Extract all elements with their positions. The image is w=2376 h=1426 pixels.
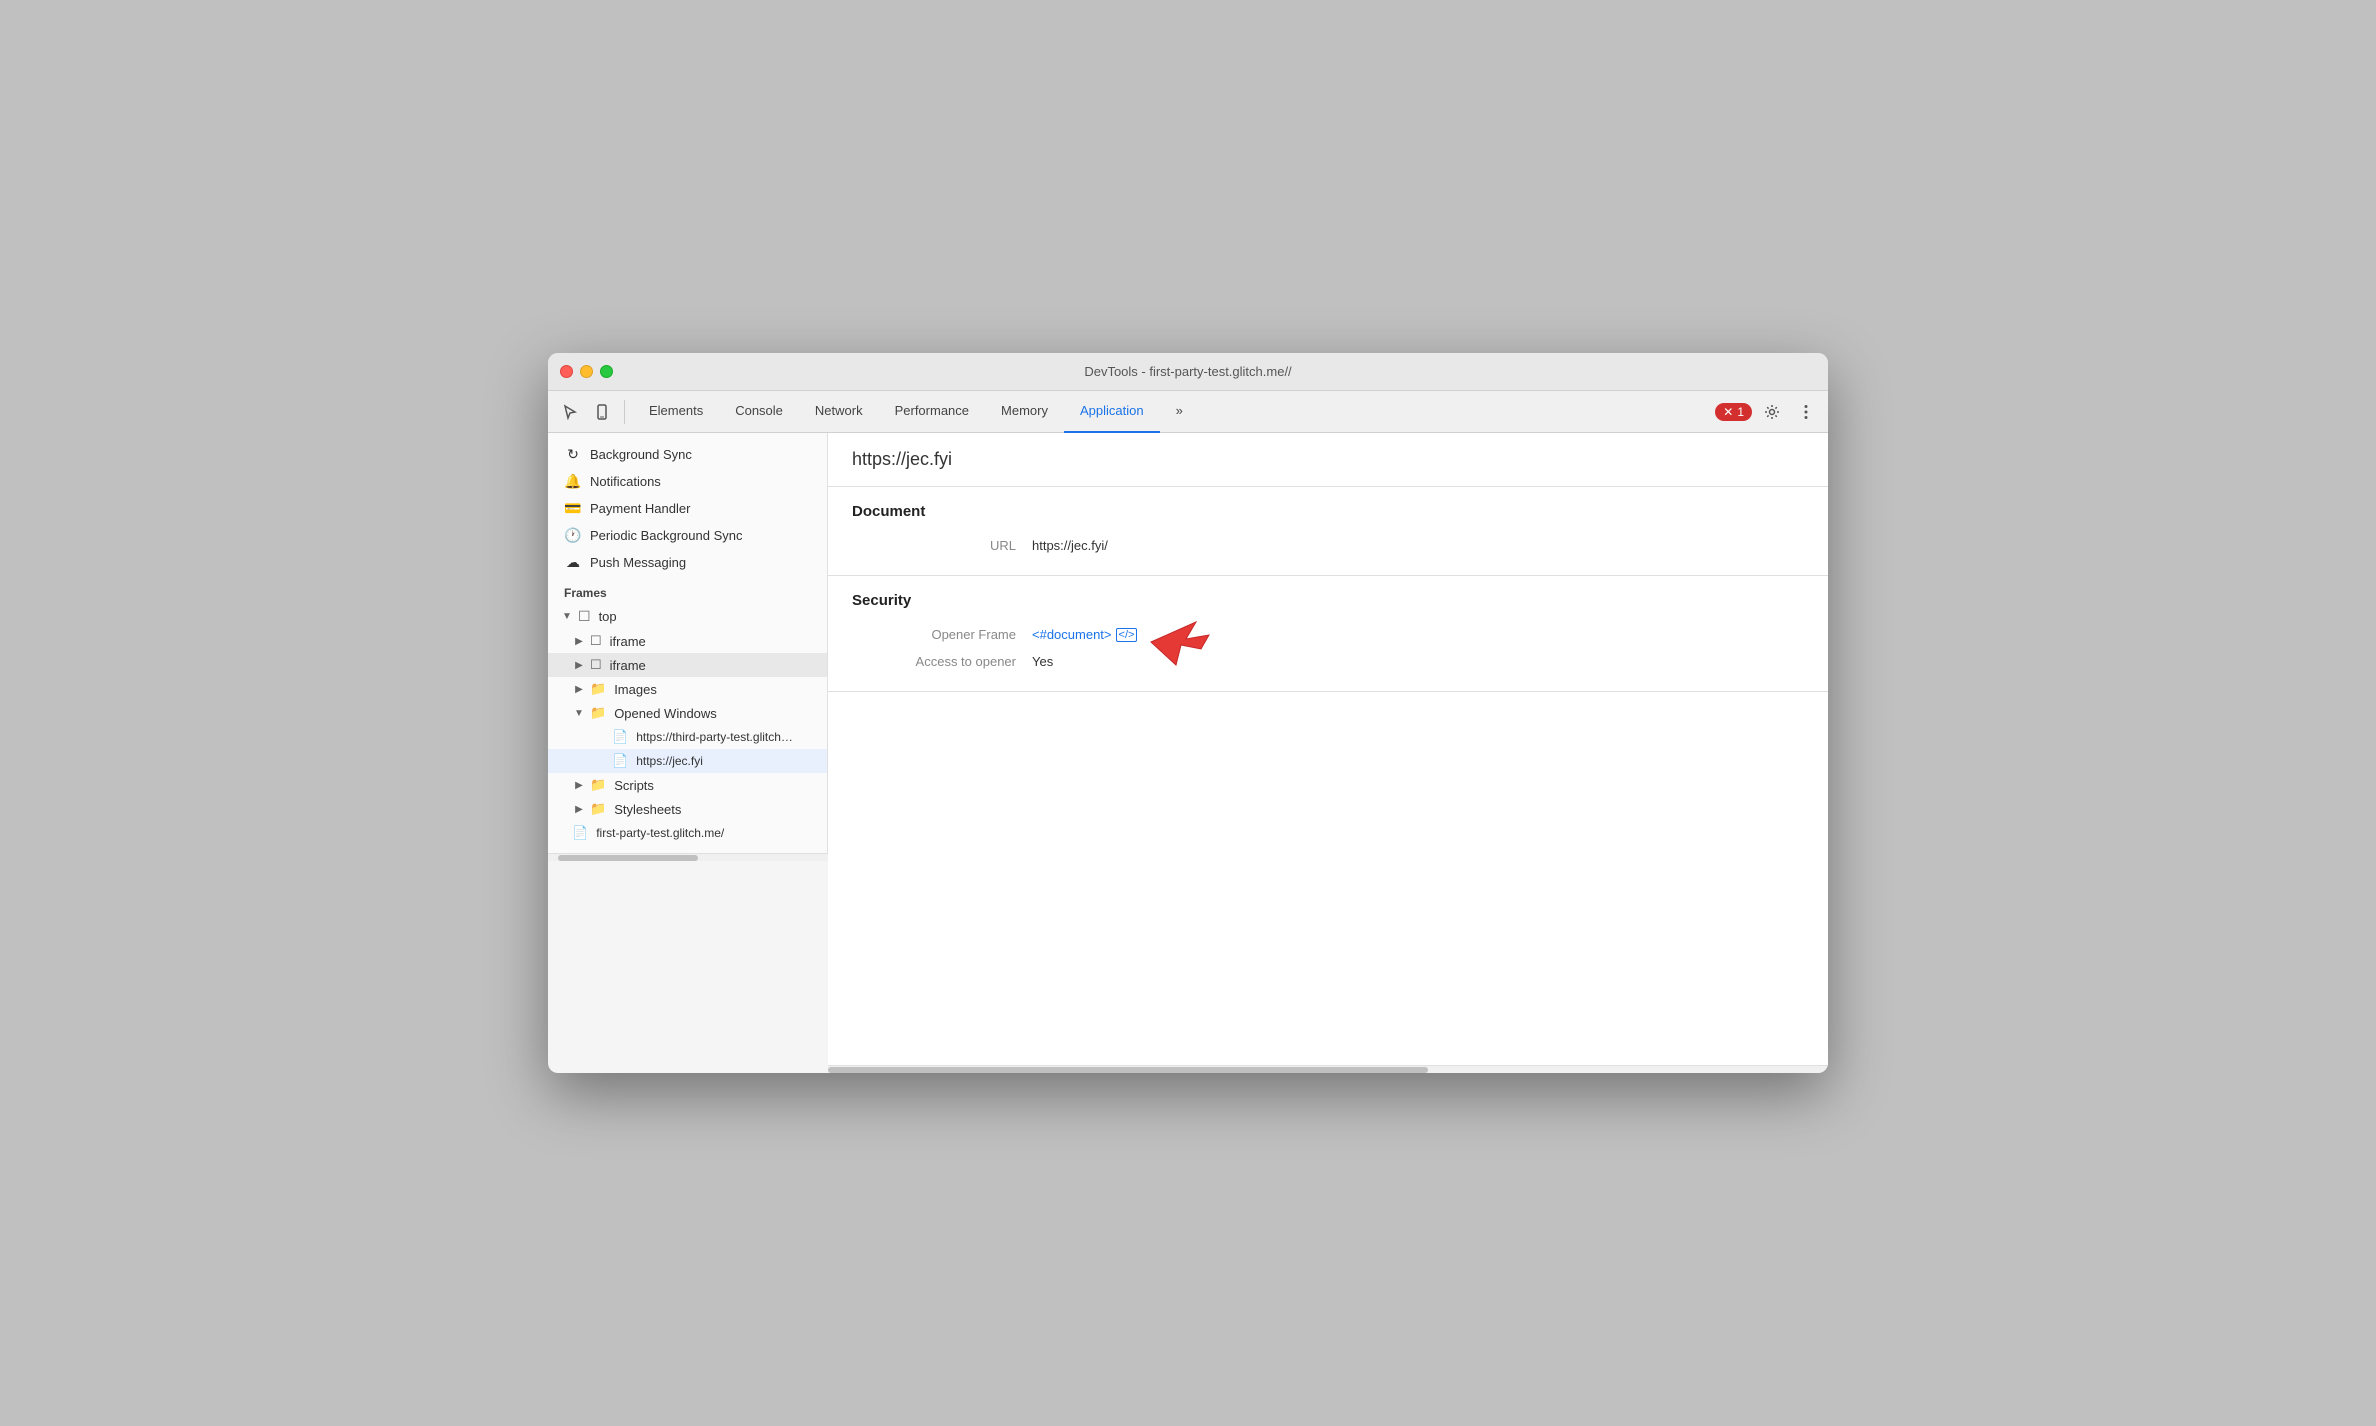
frames-section-label: Frames (548, 576, 827, 604)
sidebar-item-push-messaging[interactable]: ☁ Push Messaging (548, 549, 827, 576)
content-area: ↻ Background Sync 🔔 Notifications 💳 Paym… (548, 433, 1828, 1073)
tree-item-images[interactable]: 📁 Images (548, 677, 827, 701)
tree-item-jec-fyi[interactable]: 📄 https://jec.fyi (548, 749, 827, 773)
toolbar-divider (624, 400, 625, 424)
tree-item-iframe2[interactable]: ☐ iframe (548, 653, 827, 677)
toolbar: Elements Console Network Performance Mem… (548, 391, 1828, 433)
url-label: URL (852, 538, 1032, 553)
minimize-button[interactable] (580, 365, 593, 378)
url-row: URL https://jec.fyi/ (852, 532, 1804, 559)
tab-elements[interactable]: Elements (633, 391, 719, 433)
tree-arrow-top (560, 611, 574, 622)
main-scrollbar-thumb (828, 1067, 1428, 1073)
main-content: https://jec.fyi Document URL https://jec… (828, 433, 1828, 1065)
doc-icon-third-party: 📄 (612, 729, 628, 745)
sidebar-item-periodic-bg-sync[interactable]: 🕐 Periodic Background Sync (548, 522, 827, 549)
tree-item-opened-windows[interactable]: 📁 Opened Windows (548, 701, 827, 725)
url-value: https://jec.fyi/ (1032, 538, 1108, 553)
maximize-button[interactable] (600, 365, 613, 378)
settings-icon[interactable] (1758, 398, 1786, 426)
tab-memory[interactable]: Memory (985, 391, 1064, 433)
periodic-bg-sync-icon: 🕐 (564, 527, 582, 544)
folder-icon-stylesheets: 📁 (590, 801, 606, 817)
devtools-window: DevTools - first-party-test.glitch.me// … (548, 353, 1828, 1073)
tree-item-iframe1[interactable]: ☐ iframe (548, 629, 827, 653)
sidebar-item-background-sync[interactable]: ↻ Background Sync (548, 441, 827, 468)
security-section-title: Security (852, 592, 1804, 609)
doc-icon-first-party-test: 📄 (572, 825, 588, 841)
opener-frame-link[interactable]: <#document> </> (1032, 627, 1137, 642)
error-badge[interactable]: ✕ 1 (1715, 403, 1752, 421)
tree-arrow-iframe1 (572, 636, 586, 647)
security-section: Security Opener Frame <#document> </> (828, 576, 1828, 692)
access-value: Yes (1032, 654, 1053, 669)
doc-icon-jec-fyi: 📄 (612, 753, 628, 769)
access-label: Access to opener (852, 654, 1032, 669)
titlebar: DevTools - first-party-test.glitch.me// (548, 353, 1828, 391)
sidebar-item-notifications[interactable]: 🔔 Notifications (548, 468, 827, 495)
mobile-icon[interactable] (588, 398, 616, 426)
toolbar-right: ✕ 1 (1715, 398, 1820, 426)
push-messaging-icon: ☁ (564, 554, 582, 571)
tree-item-scripts[interactable]: 📁 Scripts (548, 773, 827, 797)
sidebar-scrollbar[interactable] (548, 853, 828, 861)
frame-icon-iframe2: ☐ (590, 657, 602, 673)
tree-arrow-images (572, 684, 586, 695)
tree-item-stylesheets[interactable]: 📁 Stylesheets (548, 797, 827, 821)
access-to-opener-row: Access to opener Yes (852, 648, 1804, 675)
traffic-lights (560, 365, 613, 378)
tab-console[interactable]: Console (719, 391, 799, 433)
sidebar-scrollbar-thumb (558, 855, 698, 861)
cursor-icon[interactable] (556, 398, 584, 426)
notifications-icon: 🔔 (564, 473, 582, 490)
more-options-icon[interactable] (1792, 398, 1820, 426)
folder-icon-opened-windows: 📁 (590, 705, 606, 721)
tree-arrow-scripts (572, 780, 586, 791)
folder-icon-images: 📁 (590, 681, 606, 697)
main-scrollbar[interactable] (828, 1065, 1828, 1073)
opener-frame-label: Opener Frame (852, 627, 1032, 642)
tree-arrow-stylesheets (572, 804, 586, 815)
tab-application[interactable]: Application (1064, 391, 1160, 433)
payment-handler-icon: 💳 (564, 500, 582, 517)
link-icon: </> (1116, 628, 1138, 642)
tree-arrow-iframe2 (572, 660, 586, 671)
page-title: https://jec.fyi (852, 449, 1804, 470)
tab-more[interactable]: » (1160, 391, 1199, 433)
tree-item-top[interactable]: ☐ top (548, 604, 827, 629)
frame-icon-iframe1: ☐ (590, 633, 602, 649)
tree-item-first-party-test[interactable]: 📄 first-party-test.glitch.me/ (548, 821, 827, 845)
red-arrow-annotation (1141, 617, 1211, 667)
opener-frame-value: <#document> </> (1032, 627, 1137, 642)
document-section-title: Document (852, 503, 1804, 520)
folder-icon-scripts: 📁 (590, 777, 606, 793)
sidebar-item-payment-handler[interactable]: 💳 Payment Handler (548, 495, 827, 522)
sidebar: ↻ Background Sync 🔔 Notifications 💳 Paym… (548, 433, 828, 853)
main-header: https://jec.fyi (828, 433, 1828, 487)
document-section: Document URL https://jec.fyi/ (828, 487, 1828, 576)
tree-arrow-opened-windows (572, 708, 586, 719)
tab-network[interactable]: Network (799, 391, 879, 433)
window-title: DevTools - first-party-test.glitch.me// (1084, 364, 1291, 379)
tree-item-third-party[interactable]: 📄 https://third-party-test.glitch.me/po (548, 725, 827, 749)
frame-icon-top: ☐ (578, 608, 591, 625)
opener-frame-row: Opener Frame <#document> </> (852, 621, 1804, 648)
tab-performance[interactable]: Performance (879, 391, 985, 433)
nav-tabs: Elements Console Network Performance Mem… (633, 391, 1711, 433)
close-button[interactable] (560, 365, 573, 378)
background-sync-icon: ↻ (564, 446, 582, 463)
